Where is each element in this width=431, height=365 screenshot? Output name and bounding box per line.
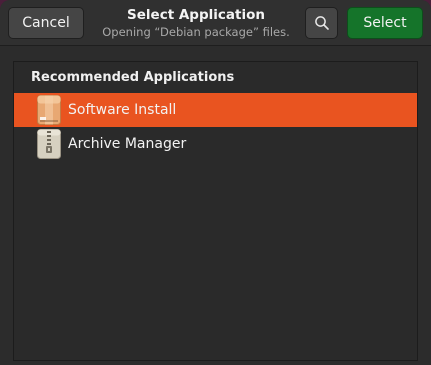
select-button[interactable]: Select [347, 7, 423, 39]
cancel-button[interactable]: Cancel [8, 7, 84, 39]
search-icon [314, 16, 329, 30]
application-list: Recommended Applications Software Instal… [13, 61, 418, 361]
app-chooser-dialog: Cancel Select Application Opening “Debia… [0, 0, 431, 365]
title-block: Select Application Opening “Debian packa… [96, 7, 296, 40]
search-button[interactable] [305, 7, 338, 39]
section-header-recommended: Recommended Applications [31, 70, 235, 85]
dialog-subtitle: Opening “Debian package” files. [102, 25, 290, 39]
header-bar: Cancel Select Application Opening “Debia… [0, 0, 431, 46]
list-item-software-install[interactable]: Software Install [14, 93, 417, 127]
package-icon [37, 95, 61, 125]
list-item-label: Software Install [68, 102, 177, 118]
list-item-label: Archive Manager [68, 136, 187, 152]
archive-zipper-icon [37, 129, 61, 159]
list-item-archive-manager[interactable]: Archive Manager [14, 127, 417, 161]
dialog-title: Select Application [127, 7, 265, 23]
